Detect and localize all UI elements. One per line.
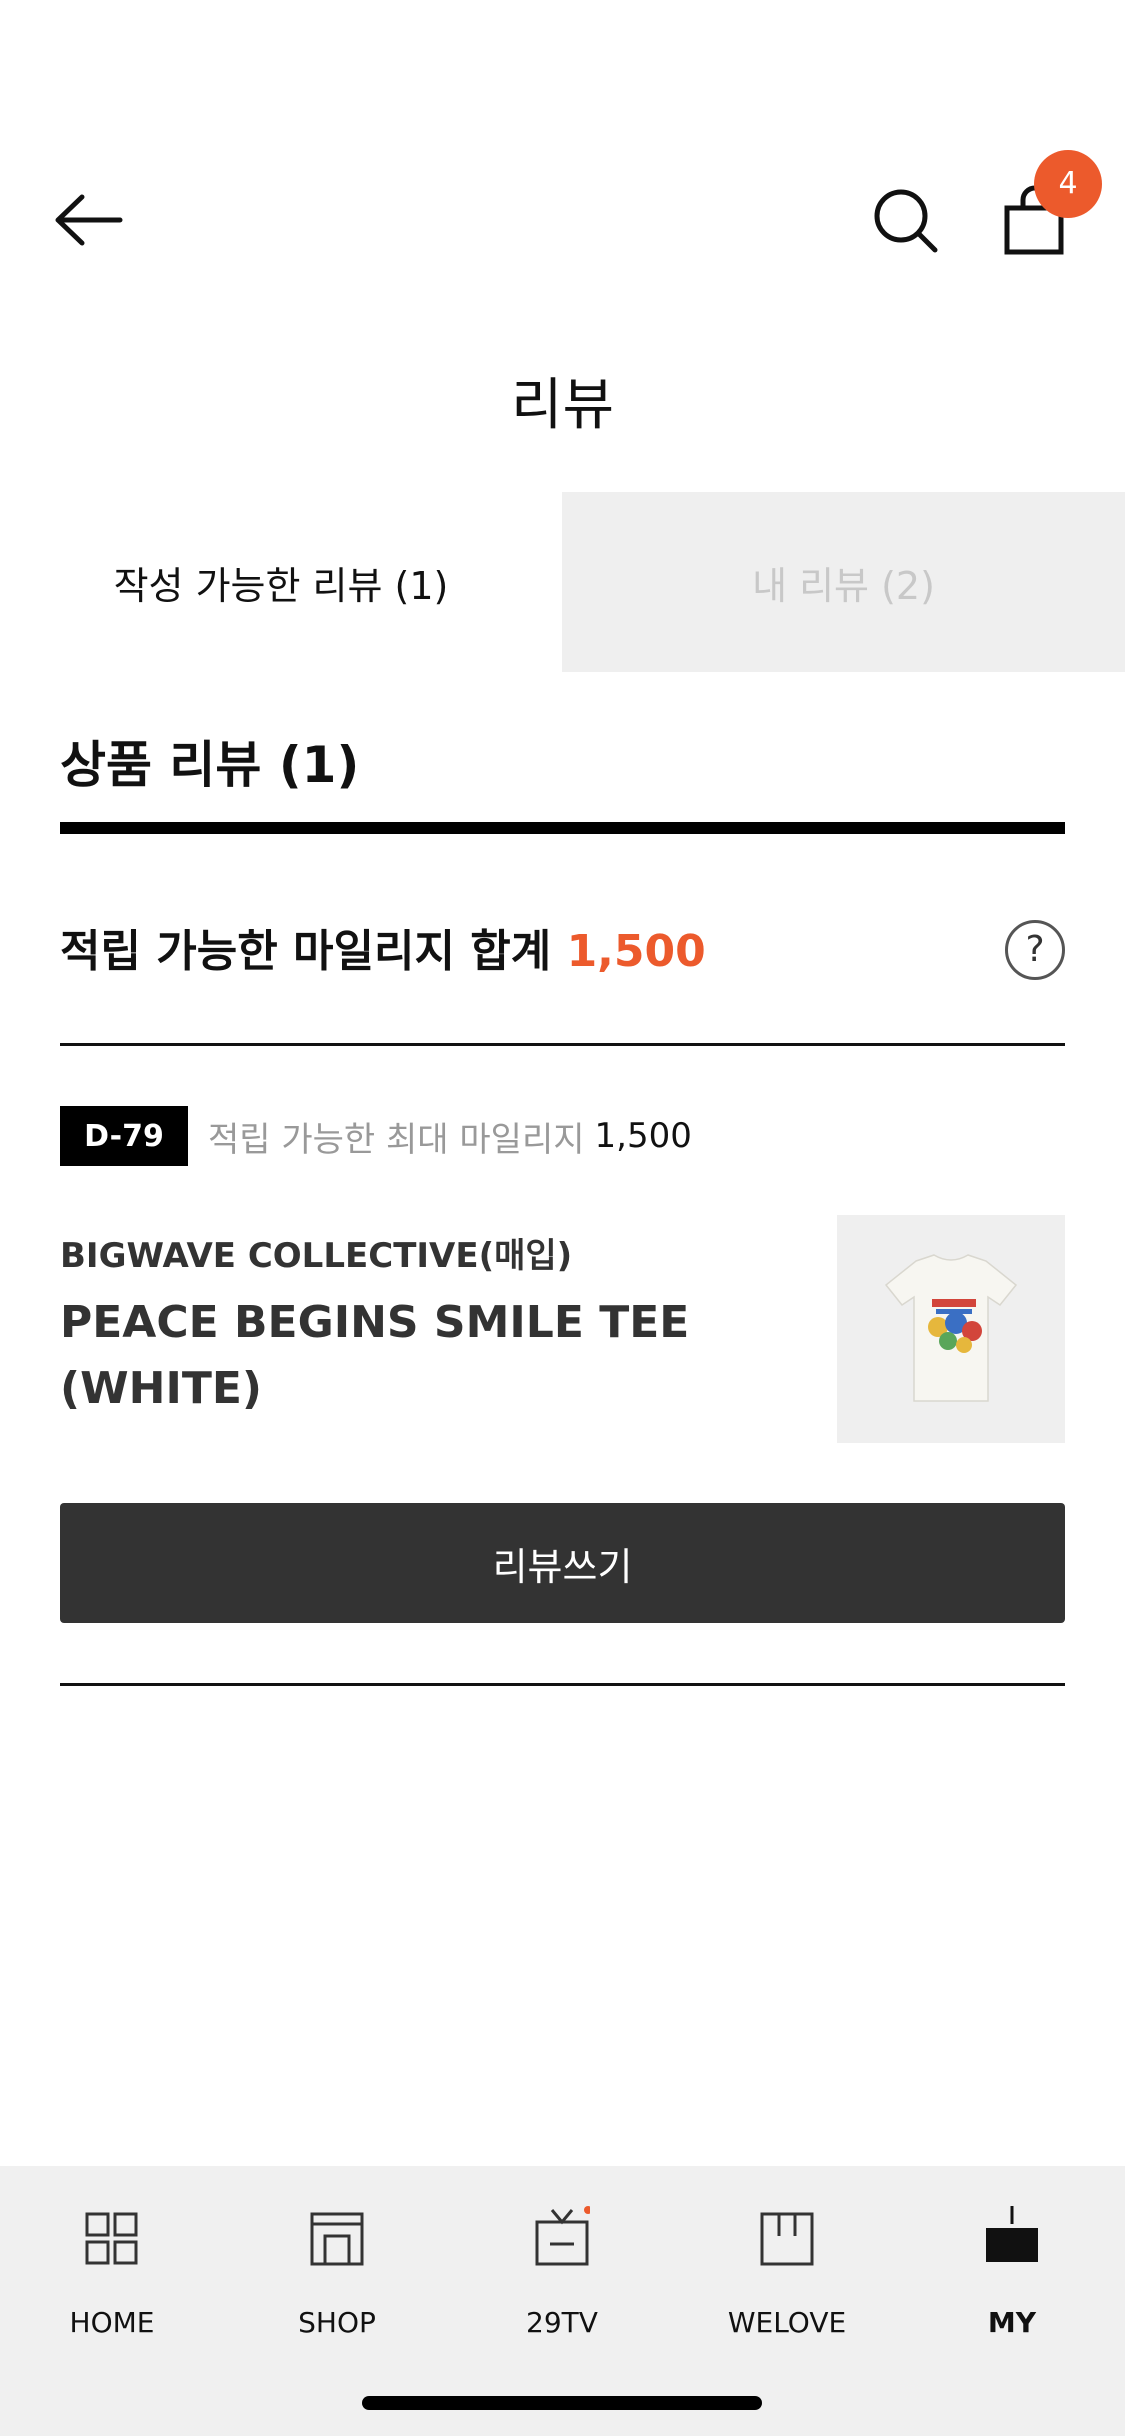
nav-label-welove: WELOVE: [727, 2306, 847, 2339]
dday-badge: D-79: [60, 1106, 188, 1166]
page-title: 리뷰: [510, 373, 615, 438]
shop-icon: [310, 2212, 364, 2266]
nav-label-29tv: 29TV: [526, 2306, 598, 2339]
back-button[interactable]: [50, 185, 130, 255]
mileage-summary: 적립 가능한 마일리지 합계 1,500 ?: [60, 912, 1065, 992]
search-icon: [874, 189, 938, 253]
divider: [60, 1683, 1065, 1686]
nav-item-welove[interactable]: WELOVE: [697, 2206, 877, 2356]
dday-row: D-79 적립 가능한 최대 마일리지 1,500: [60, 1106, 692, 1166]
tshirt-image: [884, 1254, 1018, 1402]
mileage-label: 적립 가능한 마일리지 합계: [60, 926, 552, 977]
mileage-summary-text: 적립 가능한 마일리지 합계 1,500: [60, 912, 706, 992]
nav-item-29tv[interactable]: 29TV: [472, 2206, 652, 2356]
cart-count-badge: 4: [1034, 150, 1102, 218]
nav-item-shop[interactable]: SHOP: [247, 2206, 427, 2356]
search-button[interactable]: [865, 180, 945, 260]
tab-writable-reviews[interactable]: 작성 가능한 리뷰 (1): [0, 492, 562, 672]
section-divider: [60, 822, 1065, 834]
product-thumbnail[interactable]: [837, 1215, 1065, 1443]
tv-icon: [535, 2206, 590, 2266]
nav-item-my[interactable]: MY: [922, 2206, 1102, 2356]
nav-label-home: HOME: [69, 2306, 155, 2339]
arrow-left-icon: [55, 194, 123, 246]
mileage-value: 1,500: [566, 926, 706, 977]
max-mileage-value: 1,500: [594, 1116, 692, 1156]
review-tabs: 작성 가능한 리뷰 (1) 내 리뷰 (2): [0, 492, 1125, 672]
section-title: 상품 리뷰 (1): [60, 736, 360, 794]
max-mileage-label: 적립 가능한 최대 마일리지: [208, 1119, 585, 1160]
write-review-button[interactable]: 리뷰쓰기: [60, 1503, 1065, 1623]
product-name[interactable]: PEACE BEGINS SMILE TEE (WHITE): [60, 1290, 790, 1422]
welove-icon: [760, 2212, 814, 2266]
home-indicator: [362, 2396, 762, 2410]
nav-label-my: MY: [987, 2306, 1037, 2339]
tab-my-reviews[interactable]: 내 리뷰 (2): [562, 492, 1125, 672]
my-icon: [986, 2206, 1038, 2262]
product-brand[interactable]: BIGWAVE COLLECTIVE(매입): [60, 1228, 572, 1277]
help-button[interactable]: ?: [1005, 920, 1065, 980]
home-grid-icon: [85, 2212, 138, 2265]
divider: [60, 1043, 1065, 1046]
nav-label-shop: SHOP: [298, 2306, 376, 2339]
top-bar: [0, 150, 1125, 290]
nav-item-home[interactable]: HOME: [22, 2206, 202, 2356]
